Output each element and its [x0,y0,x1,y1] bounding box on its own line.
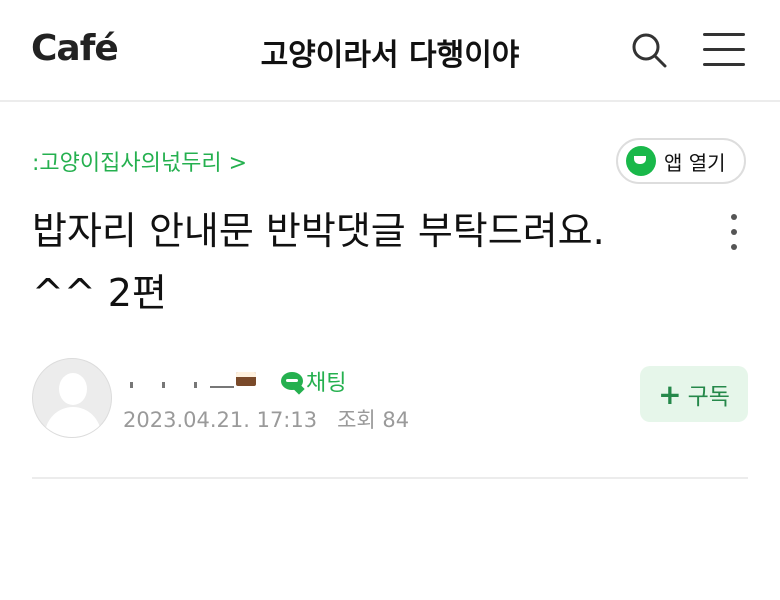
post-title: 밥자리 안내문 반박댓글 부탁드려요. ^^ 2편 [32,200,712,324]
chat-label: 채팅 [306,371,347,396]
post-title-line2: ^^ 2편 [32,271,167,315]
chat-button[interactable]: 채팅 [281,365,346,397]
subscribe-button[interactable]: + 구독 [640,366,748,422]
avatar[interactable] [32,358,112,438]
open-app-button[interactable]: 앱 열기 [616,138,746,184]
board-link[interactable]: :고양이집사의넋두리 > [32,145,247,177]
view-count: 조회 84 [337,408,410,432]
divider [32,477,748,479]
hamburger-menu-icon[interactable] [703,33,745,67]
plus-icon: + [658,377,682,411]
chat-bubble-icon [281,372,303,390]
cafe-cup-icon [626,146,656,176]
top-bar: Café 고양이라서 다행이야 [0,0,780,102]
post-date: 2023.04.21. 17:13 [123,408,318,432]
avatar-body [45,407,101,437]
post-title-line1: 밥자리 안내문 반박댓글 부탁드려요. [32,209,605,253]
cake-badge-icon [236,372,256,386]
open-app-label: 앱 열기 [664,150,726,175]
search-icon[interactable] [631,32,667,68]
subscribe-label: 구독 [687,384,730,410]
more-options-icon[interactable] [728,212,740,252]
post-meta: 2023.04.21. 17:13 조회 84 [123,404,409,434]
avatar-head [59,373,87,405]
